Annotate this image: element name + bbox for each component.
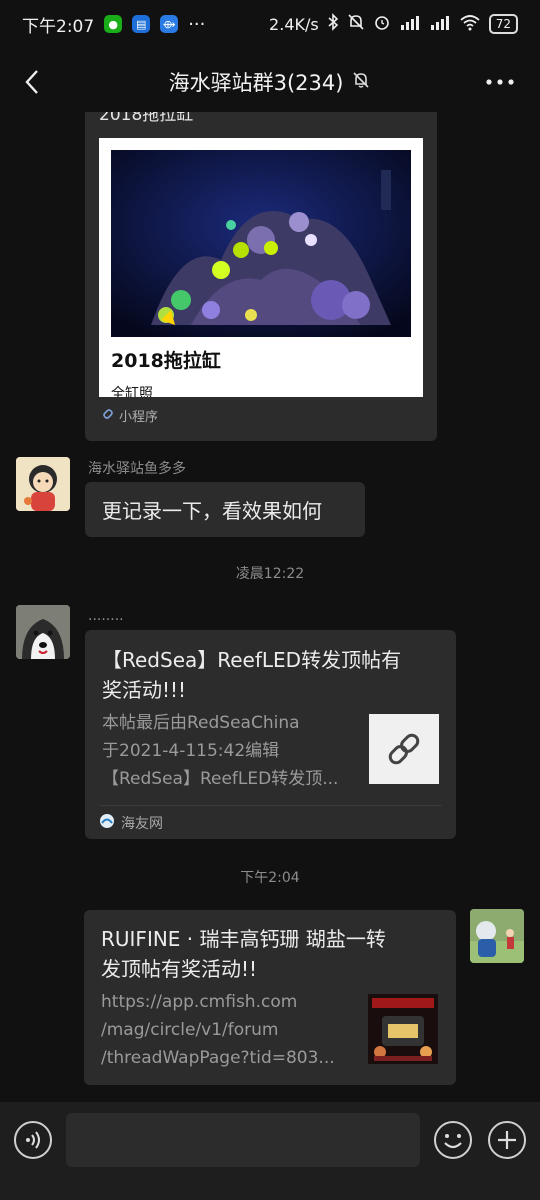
link-card-2-url-line-1: https://app.cmfish.com [101, 992, 298, 1012]
more-dots-icon [486, 79, 514, 85]
link-card-2-title-line-1: RUIFINE · 瑞丰高钙珊 瑚盐一转 [101, 927, 386, 951]
link-icon [369, 714, 439, 784]
message-input-bar [0, 1102, 540, 1200]
link-chain-icon [101, 407, 115, 425]
link-card-2-url-line-2: /mag/circle/v1/forum [101, 1020, 279, 1040]
mini-program-card[interactable]: 2018拖拉缸 全缸照 [99, 138, 423, 397]
link-card-desc-line-2: 于2021-4-115:42编辑 [102, 741, 280, 761]
back-button[interactable] [14, 64, 50, 100]
message-text-input[interactable] [66, 1113, 420, 1167]
status-time: 下午2:07 [22, 16, 95, 37]
voice-icon [26, 1131, 40, 1149]
link-card-2-title-line-2: 发顶帖有奖活动!! [101, 957, 258, 981]
link-card-title-line-2: 奖活动!!! [102, 678, 187, 702]
text-message-bubble-1[interactable]: 更记录一下，看效果如何 [85, 482, 365, 537]
sender-avatar-1[interactable] [16, 457, 70, 511]
mini-program-app-title: 2018拖拉缸 [99, 112, 194, 125]
status-bar: 下午2:07 ● ▤ ⟴ ··· 2.4K/s 72 [0, 0, 540, 48]
wechat-icon: ● [104, 15, 123, 33]
signal-icon-1 [399, 13, 421, 35]
alarm-icon [373, 13, 391, 35]
more-options-button[interactable] [482, 64, 518, 100]
card-divider [99, 805, 442, 806]
plus-icon [498, 1131, 516, 1149]
chat-title: 海水驿站群3(234) [168, 71, 344, 95]
bluetooth-icon [327, 13, 339, 35]
timestamp-1: 凌晨12:22 [235, 566, 305, 582]
link-card-title-line-1: 【RedSea】ReefLED转发顶帖有 [102, 648, 402, 672]
link-card-desc-line-3: 【RedSea】ReefLED转发顶... [102, 769, 339, 789]
mini-program-message[interactable]: 2018拖拉缸 2018拖拉缸 全缸照 小程序 [85, 112, 437, 441]
mini-program-card-title: 2018拖拉缸 [111, 350, 221, 372]
signal-icon-2 [429, 13, 451, 35]
wifi-icon [459, 13, 481, 35]
emoji-button[interactable] [434, 1121, 472, 1159]
link-thumbnail [369, 714, 439, 784]
link-card-2-url-line-3: /threadWapPage?tid=803... [101, 1048, 335, 1068]
mini-program-label: 小程序 [119, 410, 159, 425]
map-app-icon: ⟴ [160, 15, 179, 33]
link-card-desc-line-1: 本帖最后由RedSeaChina [102, 713, 300, 733]
reef-tank-image [111, 150, 411, 337]
source-logo-icon [99, 813, 115, 833]
battery-indicator: 72 [488, 14, 518, 34]
self-avatar[interactable] [470, 909, 524, 963]
link-card-message-2[interactable]: RUIFINE · 瑞丰高钙珊 瑚盐一转 发顶帖有奖活动!! https://a… [84, 910, 456, 1085]
chevron-left-icon [25, 70, 38, 94]
notification-app-icon: ▤ [132, 15, 151, 33]
sender-avatar-2[interactable] [16, 605, 70, 659]
chat-message-list[interactable]: 2018拖拉缸 2018拖拉缸 全缸照 小程序 海水驿站鱼多多 更记录一下，看效… [0, 112, 540, 1102]
source-name: 海友网 [121, 816, 163, 832]
message-text-1: 更记录一下，看效果如何 [102, 499, 322, 523]
link-2-thumbnail [368, 994, 438, 1064]
link-card-message-1[interactable]: 【RedSea】ReefLED转发顶帖有 奖活动!!! 本帖最后由RedSeaC… [85, 630, 456, 839]
network-speed: 2.4K/s [269, 14, 319, 34]
emoji-icon [444, 1134, 462, 1149]
mute-bell-icon [347, 13, 365, 35]
mute-icon [351, 70, 371, 95]
voice-input-button[interactable] [14, 1121, 52, 1159]
sender-name-2: ........ [88, 608, 124, 624]
sender-name-1: 海水驿站鱼多多 [88, 461, 186, 477]
more-actions-button[interactable] [488, 1121, 526, 1159]
mini-program-footer: 小程序 [101, 406, 158, 425]
more-notifications-icon: ··· [188, 13, 206, 35]
link-card-source: 海友网 [99, 813, 163, 833]
chat-header: 海水驿站群3(234) [0, 52, 540, 112]
mini-program-card-subtitle: 全缸照 [111, 386, 153, 397]
timestamp-2: 下午2:04 [240, 870, 300, 886]
